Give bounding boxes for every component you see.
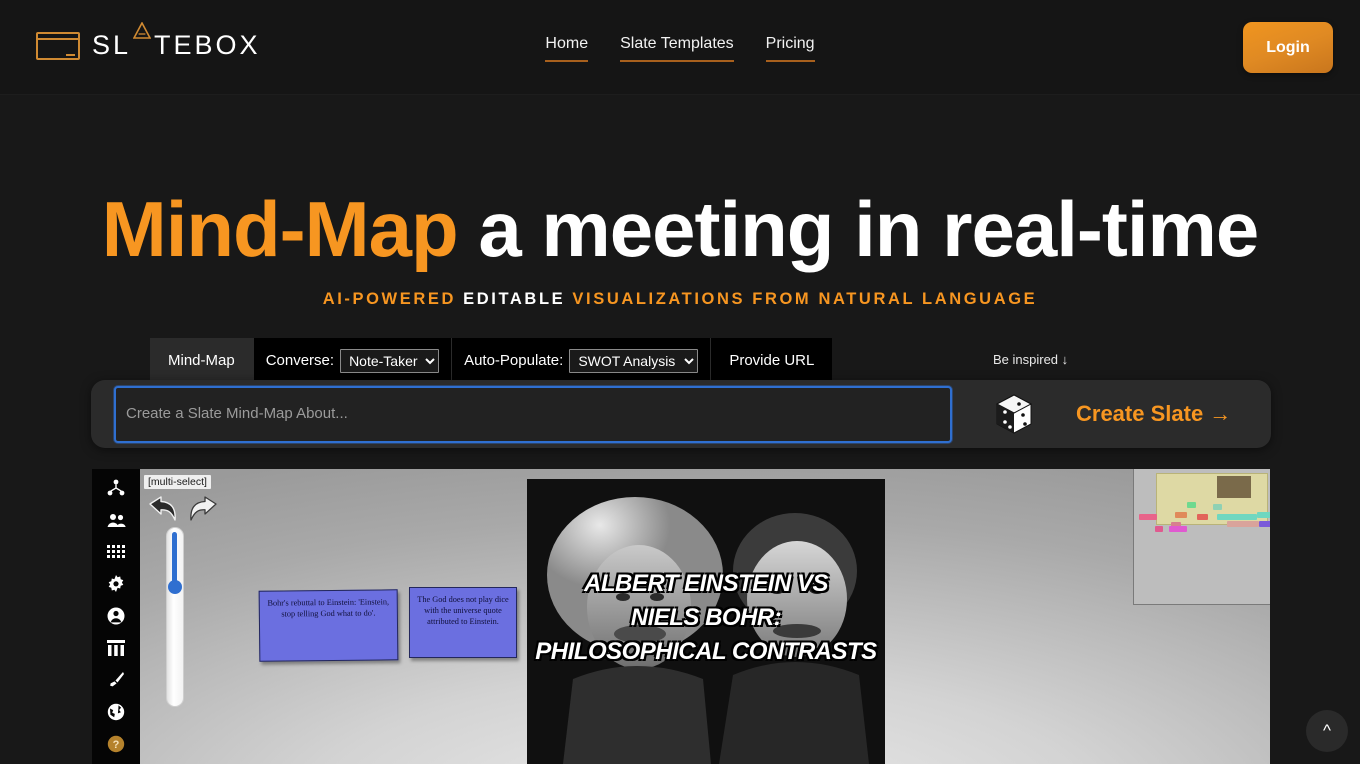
minimap-chip [1175, 512, 1187, 518]
converse-select[interactable]: Note-Taker [340, 348, 440, 373]
tab-mind-map[interactable]: Mind-Map [150, 338, 254, 383]
zoom-slider-thumb[interactable] [168, 580, 182, 594]
minimap-chip [1197, 514, 1208, 520]
hero-subtitle-part3: VISUALIZATIONS FROM NATURAL LANGUAGE [572, 290, 1038, 308]
grid-icon[interactable] [106, 542, 126, 562]
hero-subtitle: AI-POWERED EDITABLE VISUALIZATIONS FROM … [0, 290, 1360, 309]
photo-title: ALBERT EINSTEIN VS NIELS BOHR: PHILOSOPH… [527, 567, 885, 669]
help-icon[interactable]: ? [106, 734, 126, 754]
minimap-chip [1227, 521, 1259, 527]
globe-icon[interactable] [106, 702, 126, 722]
hero-section: Mind-Map a meeting in real-time AI-POWER… [0, 96, 1360, 309]
hero-subtitle-part2: EDITABLE [463, 290, 573, 308]
photo-title-line-2: NIELS BOHR: [630, 604, 782, 631]
undo-arrow-icon[interactable] [144, 495, 180, 523]
minimap-chip [1257, 512, 1270, 518]
slate-photo-card[interactable]: ALBERT EINSTEIN VS NIELS BOHR: PHILOSOPH… [527, 479, 885, 764]
nav-item-slate-templates[interactable]: Slate Templates [620, 34, 734, 62]
tab-mind-map-label: Mind-Map [168, 352, 235, 369]
minimap[interactable] [1133, 469, 1270, 605]
multi-select-label: [multi-select] [144, 475, 211, 489]
chevron-up-icon: ^ [1323, 721, 1331, 740]
minimap-chip [1217, 514, 1257, 520]
minimap-chip [1139, 514, 1157, 520]
tab-provide-url-label: Provide URL [729, 352, 815, 369]
photo-title-line-3: PHILOSOPHICAL CONTRASTS [535, 638, 877, 665]
minimap-chip [1259, 521, 1270, 527]
sticky-note[interactable]: The God does not play dice with the univ… [409, 587, 517, 658]
prompt-input[interactable] [116, 387, 950, 441]
tab-provide-url[interactable]: Provide URL [711, 338, 833, 383]
auto-populate-select[interactable]: SWOT Analysis [569, 348, 699, 373]
undo-redo-group [144, 495, 222, 523]
minimap-board [1139, 473, 1270, 532]
table-columns-icon[interactable] [106, 638, 126, 658]
page-title: Mind-Map a meeting in real-time [0, 186, 1360, 272]
tab-auto-populate[interactable]: Auto-Populate: SWOT Analysis [452, 338, 712, 383]
page-root: SL TEBOX Home Slate Templates Pricing Lo… [0, 0, 1360, 764]
main-nav: Home Slate Templates Pricing [0, 34, 1360, 62]
nav-item-pricing[interactable]: Pricing [765, 34, 815, 62]
site-header: SL TEBOX Home Slate Templates Pricing Lo… [0, 0, 1360, 95]
login-button[interactable]: Login [1243, 22, 1333, 73]
hero-subtitle-part1: AI-POWERED [322, 290, 464, 308]
minimap-chip [1187, 502, 1196, 508]
be-inspired-link[interactable]: Be inspired ↓ [993, 352, 1068, 367]
sticky-note[interactable]: Bohr's rebuttal to Einstein: 'Einstein, … [258, 589, 399, 662]
minimap-chip [1213, 504, 1222, 510]
nav-item-home[interactable]: Home [545, 34, 589, 62]
mode-tabbar: Mind-Map Converse: Note-Taker Auto-Popul… [150, 338, 833, 383]
tab-auto-populate-label: Auto-Populate: [464, 352, 564, 369]
minimap-photo [1217, 476, 1251, 498]
slate-canvas[interactable]: ? [multi-select] Bohr's rebuttal to Eins [92, 469, 1270, 764]
account-icon[interactable] [106, 606, 126, 626]
photo-title-line-1: ALBERT EINSTEIN VS [584, 570, 828, 597]
redo-arrow-icon[interactable] [186, 495, 222, 523]
tab-converse-label: Converse: [265, 352, 335, 369]
canvas-toolbar: ? [92, 469, 140, 764]
zoom-slider-fill [172, 532, 177, 587]
brush-icon[interactable] [106, 670, 126, 690]
minimap-chip [1169, 526, 1187, 532]
minimap-chip [1155, 526, 1163, 532]
prompt-input-wrapper[interactable] [114, 385, 952, 443]
dice-icon[interactable] [994, 392, 1034, 436]
users-icon[interactable] [106, 510, 126, 530]
scroll-to-top-button[interactable]: ^ [1306, 710, 1348, 752]
zoom-slider[interactable] [166, 527, 184, 707]
tab-converse[interactable]: Converse: Note-Taker [253, 338, 453, 383]
prompt-bar: Create Slate → [91, 380, 1271, 448]
gear-icon[interactable] [106, 574, 126, 594]
sitemap-icon[interactable] [106, 478, 126, 498]
page-title-accent: Mind-Map [101, 185, 459, 273]
page-title-rest: a meeting in real-time [457, 185, 1259, 273]
svg-text:?: ? [113, 739, 120, 751]
create-slate-button[interactable]: Create Slate → [1076, 401, 1231, 427]
